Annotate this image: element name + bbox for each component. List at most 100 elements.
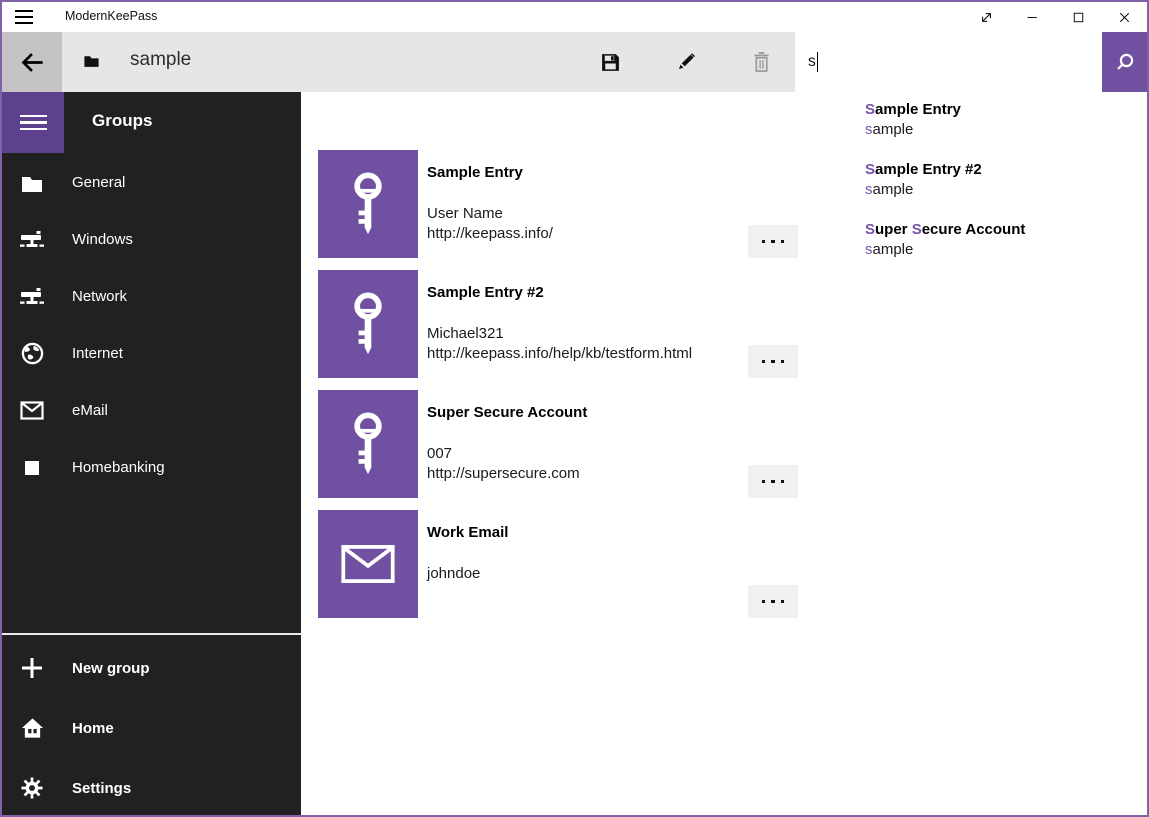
search-input[interactable]: s	[795, 32, 1102, 92]
entry-details: Michael321 http://keepass.info/help/kb/t…	[427, 324, 692, 364]
entry-tile[interactable]	[318, 270, 418, 378]
hamburger-icon	[20, 115, 47, 131]
suggestion-title: Sample Entry	[865, 100, 1147, 120]
save-icon	[600, 52, 621, 73]
entry-tile[interactable]	[318, 390, 418, 498]
minimize-icon	[1024, 9, 1041, 26]
sidebar-divider	[2, 633, 301, 635]
more-button[interactable]	[748, 585, 798, 618]
edit-button[interactable]	[662, 32, 710, 92]
entry-list: Sample Entry User Name http://keepass.in…	[318, 150, 798, 630]
suggestion-group: sample	[865, 240, 1147, 260]
home-icon	[20, 716, 44, 740]
entry-url: http://supersecure.com	[427, 464, 580, 484]
entry-title: Super Secure Account	[427, 404, 587, 421]
entry-username: Michael321	[427, 324, 692, 344]
suggestion-item[interactable]: Sample Entry #2 sample	[795, 152, 1147, 212]
entry-tile[interactable]	[318, 150, 418, 258]
nav-hamburger-button[interactable]	[2, 92, 64, 153]
sidebar-item-windows[interactable]: Windows	[2, 211, 301, 268]
minimize-button[interactable]	[1009, 2, 1055, 32]
sidebar-actions: New group Home Settings	[2, 638, 301, 817]
entry-username: johndoe	[427, 564, 480, 584]
sidebar-item-label: New group	[72, 660, 150, 677]
group-folder-icon	[83, 53, 100, 73]
entry-details: User Name http://keepass.info/	[427, 204, 553, 244]
search-button[interactable]	[1102, 32, 1147, 92]
suggestion-item[interactable]: Super Secure Account sample	[795, 212, 1147, 272]
group-list: General Windows Network Internet	[2, 154, 301, 496]
sidebar-item-label: Network	[72, 288, 127, 305]
titlebar: ModernKeePass	[2, 2, 1147, 32]
entry-title: Work Email	[427, 524, 508, 541]
trash-icon	[752, 51, 771, 73]
sidebar-item-label: Windows	[72, 231, 133, 248]
sidebar-item-email[interactable]: eMail	[2, 382, 301, 439]
text-caret	[817, 52, 819, 72]
sidebar-item-label: General	[72, 174, 125, 191]
close-button[interactable]	[1101, 2, 1147, 32]
titlebar-hamburger-icon	[15, 10, 33, 24]
delete-button[interactable]	[737, 32, 785, 92]
entry-row[interactable]: Sample Entry User Name http://keepass.in…	[318, 150, 798, 258]
entry-username: User Name	[427, 204, 553, 224]
sidebar-item-label: Homebanking	[72, 459, 165, 476]
fullscreen-button[interactable]	[963, 2, 1009, 32]
plus-icon	[20, 656, 44, 680]
search-suggestions: Sample Entry sample Sample Entry #2 samp…	[795, 92, 1147, 280]
sidebar-item-network[interactable]: Network	[2, 268, 301, 325]
entry-username: 007	[427, 444, 580, 464]
sidebar-item-internet[interactable]: Internet	[2, 325, 301, 382]
group-title: sample	[130, 49, 191, 71]
back-arrow-icon	[19, 49, 46, 76]
gear-icon	[20, 776, 44, 800]
folder-icon	[20, 171, 44, 195]
home-button[interactable]: Home	[2, 698, 301, 758]
appbar: sample s	[2, 32, 1147, 92]
maximize-icon	[1070, 9, 1087, 26]
entry-row[interactable]: Sample Entry #2 Michael321 http://keepas…	[318, 270, 798, 378]
key-icon	[345, 172, 391, 236]
entry-tile[interactable]	[318, 510, 418, 618]
suggestion-group: sample	[865, 180, 1147, 200]
entry-details: johndoe	[427, 564, 480, 584]
globe-icon	[20, 342, 44, 366]
sidebar-item-label: Home	[72, 720, 114, 737]
settings-button[interactable]: Settings	[2, 758, 301, 817]
square-icon	[20, 456, 44, 480]
back-button[interactable]	[2, 32, 62, 92]
sidebar-item-label: Settings	[72, 780, 131, 797]
save-button[interactable]	[586, 32, 634, 92]
entry-url: http://keepass.info/	[427, 224, 553, 244]
suggestion-title: Sample Entry #2	[865, 160, 1147, 180]
entry-url: http://keepass.info/help/kb/testform.htm…	[427, 344, 692, 364]
sidebar: Groups General Windows Network	[2, 92, 301, 815]
network-computer-icon	[20, 285, 44, 309]
key-icon	[345, 412, 391, 476]
search-input-value: s	[808, 53, 816, 71]
entry-details: 007 http://supersecure.com	[427, 444, 580, 484]
search-icon	[1114, 51, 1136, 73]
app-title: ModernKeePass	[65, 9, 157, 23]
new-group-button[interactable]: New group	[2, 638, 301, 698]
entry-title: Sample Entry	[427, 164, 523, 181]
envelope-icon	[341, 545, 395, 583]
more-button[interactable]	[748, 465, 798, 498]
maximize-button[interactable]	[1055, 2, 1101, 32]
entry-row[interactable]: Super Secure Account 007 http://supersec…	[318, 390, 798, 498]
sidebar-item-homebanking[interactable]: Homebanking	[2, 439, 301, 496]
groups-heading: Groups	[92, 111, 152, 131]
close-icon	[1116, 9, 1133, 26]
sidebar-item-general[interactable]: General	[2, 154, 301, 211]
suggestion-group: sample	[865, 120, 1147, 140]
window-controls	[963, 2, 1147, 32]
network-computer-icon	[20, 228, 44, 252]
more-button[interactable]	[748, 345, 798, 378]
more-button[interactable]	[748, 225, 798, 258]
entry-row[interactable]: Work Email johndoe	[318, 510, 798, 618]
suggestion-item[interactable]: Sample Entry sample	[795, 92, 1147, 152]
key-icon	[345, 292, 391, 356]
fullscreen-icon	[978, 9, 995, 26]
app-window: ModernKeePass sample	[0, 0, 1149, 817]
suggestion-title: Super Secure Account	[865, 220, 1147, 240]
